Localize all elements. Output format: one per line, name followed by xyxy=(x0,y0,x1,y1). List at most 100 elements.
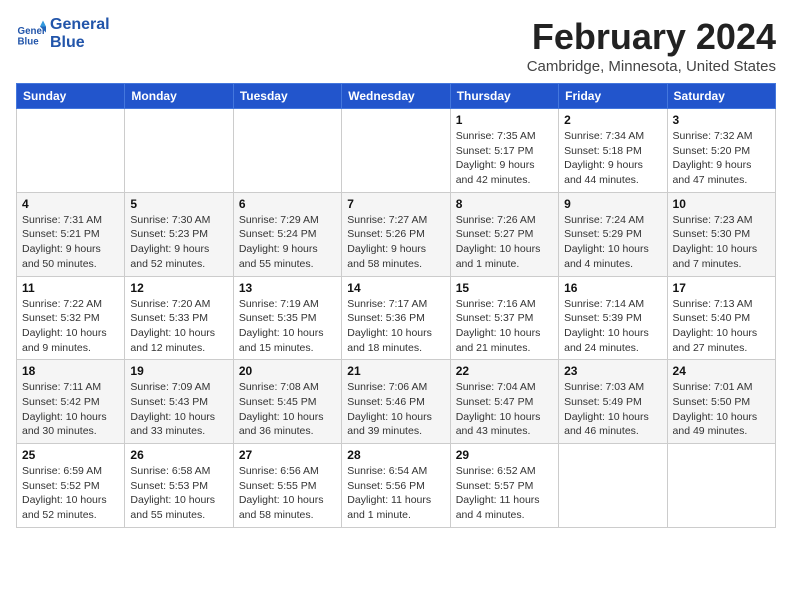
sunset-text: Sunset: 5:57 PM xyxy=(456,479,553,494)
sunset-text: Sunset: 5:18 PM xyxy=(564,144,661,159)
calendar-cell: 17 Sunrise: 7:13 AMSunset: 5:40 PMDayligh… xyxy=(667,276,775,360)
calendar: SundayMondayTuesdayWednesdayThursdayFrid… xyxy=(16,83,776,528)
calendar-cell: 24Sunrise: 7:01 AMSunset: 5:50 PMDayligh… xyxy=(667,360,775,444)
svg-text:Blue: Blue xyxy=(18,36,40,47)
day-info: Sunrise: 7:08 AMSunset: 5:45 PMDaylight:… xyxy=(239,380,336,439)
day-number: 18 xyxy=(22,364,119,378)
calendar-cell: 19Sunrise: 7:09 AMSunset: 5:43 PMDayligh… xyxy=(125,360,233,444)
sunset-text: Sunset: 5:42 PM xyxy=(22,395,119,410)
sunrise-text: Sunrise: 6:56 AM xyxy=(239,464,336,479)
day-info: Sunrise: 7:27 AMSunset: 5:26 PMDaylight:… xyxy=(347,213,444,272)
calendar-cell: 8Sunrise: 7:26 AMSunset: 5:27 PMDaylight… xyxy=(450,192,558,276)
day-info: Sunrise: 7:29 AMSunset: 5:24 PMDaylight:… xyxy=(239,213,336,272)
calendar-cell: 27 Sunrise: 6:56 AMSunset: 5:55 PMDayligh… xyxy=(233,444,341,528)
calendar-cell: 11Sunrise: 7:22 AMSunset: 5:32 PMDayligh… xyxy=(17,276,125,360)
day-number: 10 xyxy=(673,197,770,211)
daylight-text: Daylight: 10 hours and 4 minutes. xyxy=(564,242,661,271)
sunset-text: Sunset: 5:35 PM xyxy=(239,311,336,326)
day-number: 24 xyxy=(673,364,770,378)
day-number: 25 xyxy=(22,448,119,462)
day-number: 4 xyxy=(22,197,119,211)
daylight-text: Daylight: 10 hours and 43 minutes. xyxy=(456,410,553,439)
calendar-week-3: 11Sunrise: 7:22 AMSunset: 5:32 PMDayligh… xyxy=(17,276,776,360)
sunset-text: Sunset: 5:40 PM xyxy=(673,311,770,326)
day-number: 29 xyxy=(456,448,553,462)
calendar-cell xyxy=(125,109,233,193)
sunrise-text: Sunrise: 7:24 AM xyxy=(564,213,661,228)
calendar-cell: 23Sunrise: 7:03 AMSunset: 5:49 PMDayligh… xyxy=(559,360,667,444)
daylight-text: Daylight: 10 hours and 58 minutes. xyxy=(239,493,336,522)
sunrise-text: Sunrise: 7:32 AM xyxy=(673,129,770,144)
day-info: Sunrise: 7:06 AMSunset: 5:46 PMDaylight:… xyxy=(347,380,444,439)
day-number: 27 xyxy=(239,448,336,462)
sunset-text: Sunset: 5:46 PM xyxy=(347,395,444,410)
sunrise-text: Sunrise: 7:03 AM xyxy=(564,380,661,395)
calendar-cell: 1Sunrise: 7:35 AMSunset: 5:17 PMDaylight… xyxy=(450,109,558,193)
day-number: 2 xyxy=(564,113,661,127)
daylight-text: Daylight: 10 hours and 7 minutes. xyxy=(673,242,770,271)
sunset-text: Sunset: 5:29 PM xyxy=(564,227,661,242)
sunrise-text: Sunrise: 7:27 AM xyxy=(347,213,444,228)
sunset-text: Sunset: 5:53 PM xyxy=(130,479,227,494)
day-number: 14 xyxy=(347,281,444,295)
sunrise-text: Sunrise: 7:09 AM xyxy=(130,380,227,395)
col-header-thursday: Thursday xyxy=(450,84,558,109)
daylight-text: Daylight: 10 hours and 21 minutes. xyxy=(456,326,553,355)
sunrise-text: Sunrise: 7:17 AM xyxy=(347,297,444,312)
sunrise-text: Sunrise: 7:16 AM xyxy=(456,297,553,312)
day-info: Sunrise: 7:14 AMSunset: 5:39 PMDaylight:… xyxy=(564,297,661,356)
location: Cambridge, Minnesota, United States xyxy=(527,58,776,75)
sunrise-text: Sunrise: 7:13 AM xyxy=(673,297,770,312)
logo-icon: General Blue xyxy=(16,19,46,49)
day-info: Sunrise: 7:32 AMSunset: 5:20 PMDaylight:… xyxy=(673,129,770,188)
day-info: Sunrise: 6:56 AMSunset: 5:55 PMDaylight:… xyxy=(239,464,336,523)
sunrise-text: Sunrise: 6:52 AM xyxy=(456,464,553,479)
sunrise-text: Sunrise: 6:58 AM xyxy=(130,464,227,479)
day-info: Sunrise: 6:58 AMSunset: 5:53 PMDaylight:… xyxy=(130,464,227,523)
day-info: Sunrise: 7:26 AMSunset: 5:27 PMDaylight:… xyxy=(456,213,553,272)
day-number: 23 xyxy=(564,364,661,378)
sunset-text: Sunset: 5:23 PM xyxy=(130,227,227,242)
header: General Blue General Blue February 2024 … xyxy=(16,16,776,75)
daylight-text: Daylight: 9 hours and 58 minutes. xyxy=(347,242,444,271)
daylight-text: Daylight: 10 hours and 9 minutes. xyxy=(22,326,119,355)
sunset-text: Sunset: 5:27 PM xyxy=(456,227,553,242)
calendar-cell: 16 Sunrise: 7:14 AMSunset: 5:39 PMDayligh… xyxy=(559,276,667,360)
calendar-week-5: 25Sunrise: 6:59 AMSunset: 5:52 PMDayligh… xyxy=(17,444,776,528)
sunset-text: Sunset: 5:39 PM xyxy=(564,311,661,326)
daylight-text: Daylight: 10 hours and 18 minutes. xyxy=(347,326,444,355)
sunset-text: Sunset: 5:45 PM xyxy=(239,395,336,410)
day-info: Sunrise: 6:52 AMSunset: 5:57 PMDaylight:… xyxy=(456,464,553,523)
daylight-text: Daylight: 11 hours and 1 minute. xyxy=(347,493,444,522)
day-number: 12 xyxy=(130,281,227,295)
daylight-text: Daylight: 9 hours and 50 minutes. xyxy=(22,242,119,271)
daylight-text: Daylight: 10 hours and 24 minutes. xyxy=(564,326,661,355)
daylight-text: Daylight: 11 hours and 4 minutes. xyxy=(456,493,553,522)
day-number: 9 xyxy=(564,197,661,211)
daylight-text: Daylight: 9 hours and 55 minutes. xyxy=(239,242,336,271)
title-area: February 2024 Cambridge, Minnesota, Unit… xyxy=(527,16,776,75)
calendar-cell: 7Sunrise: 7:27 AMSunset: 5:26 PMDaylight… xyxy=(342,192,450,276)
sunrise-text: Sunrise: 7:20 AM xyxy=(130,297,227,312)
sunset-text: Sunset: 5:56 PM xyxy=(347,479,444,494)
daylight-text: Daylight: 10 hours and 27 minutes. xyxy=(673,326,770,355)
day-number: 22 xyxy=(456,364,553,378)
day-number: 17 xyxy=(673,281,770,295)
calendar-cell xyxy=(342,109,450,193)
sunset-text: Sunset: 5:26 PM xyxy=(347,227,444,242)
sunrise-text: Sunrise: 7:30 AM xyxy=(130,213,227,228)
daylight-text: Daylight: 10 hours and 39 minutes. xyxy=(347,410,444,439)
sunset-text: Sunset: 5:24 PM xyxy=(239,227,336,242)
day-info: Sunrise: 7:30 AMSunset: 5:23 PMDaylight:… xyxy=(130,213,227,272)
col-header-wednesday: Wednesday xyxy=(342,84,450,109)
sunrise-text: Sunrise: 7:11 AM xyxy=(22,380,119,395)
calendar-cell xyxy=(233,109,341,193)
calendar-cell: 22Sunrise: 7:04 AMSunset: 5:47 PMDayligh… xyxy=(450,360,558,444)
sunrise-text: Sunrise: 7:35 AM xyxy=(456,129,553,144)
sunset-text: Sunset: 5:20 PM xyxy=(673,144,770,159)
calendar-cell: 13Sunrise: 7:19 AMSunset: 5:35 PMDayligh… xyxy=(233,276,341,360)
day-number: 16 xyxy=(564,281,661,295)
logo-text-general: General xyxy=(50,16,110,34)
sunrise-text: Sunrise: 7:14 AM xyxy=(564,297,661,312)
sunrise-text: Sunrise: 6:54 AM xyxy=(347,464,444,479)
